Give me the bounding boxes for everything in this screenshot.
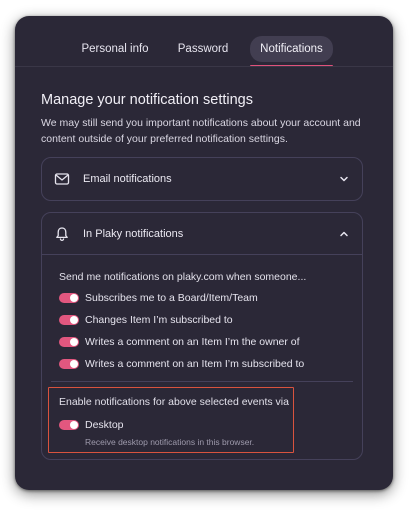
email-notifications-title: Email notifications [83, 173, 172, 185]
option-label: Subscribes me to a Board/Item/Team [85, 292, 258, 304]
option-label: Writes a comment on an Item I’m subscrib… [85, 358, 305, 370]
page-title: Manage your notification settings [41, 92, 253, 108]
inapp-notifications-header[interactable]: In Plaky notifications [42, 213, 362, 255]
email-notifications-card: Email notifications [41, 157, 363, 201]
inapp-notifications-title: In Plaky notifications [83, 228, 184, 240]
tab-password[interactable]: Password [167, 36, 239, 62]
option-label: Writes a comment on an Item I’m the owne… [85, 336, 300, 348]
desktop-help-text: Receive desktop notifications in this br… [85, 437, 255, 447]
toggle-switch[interactable] [59, 337, 79, 347]
option-label: Changes Item I’m subscribed to [85, 314, 233, 326]
section-divider [51, 381, 353, 382]
settings-panel: Personal info Password Notifications Man… [15, 16, 393, 490]
tab-notifications[interactable]: Notifications [250, 36, 333, 67]
chevron-up-icon[interactable] [338, 228, 350, 240]
envelope-icon [54, 173, 70, 185]
desktop-label: Desktop [85, 419, 124, 431]
toggle-switch[interactable] [59, 293, 79, 303]
toggle-switch[interactable] [59, 359, 79, 369]
email-notifications-header[interactable]: Email notifications [42, 158, 362, 200]
enable-via-text: Enable notifications for above selected … [59, 396, 289, 408]
tab-personal-info[interactable]: Personal info [72, 36, 158, 62]
settings-tabs: Personal info Password Notifications [15, 36, 393, 67]
desktop-toggle-switch[interactable] [59, 420, 79, 430]
chevron-down-icon[interactable] [338, 173, 350, 185]
inapp-subheading: Send me notifications on plaky.com when … [59, 271, 307, 283]
card-divider [42, 254, 362, 255]
toggle-switch[interactable] [59, 315, 79, 325]
inapp-notifications-card: In Plaky notifications Send me notificat… [41, 212, 363, 460]
bell-icon [56, 227, 68, 242]
intro-text: We may still send you important notifica… [41, 117, 361, 145]
tabs-divider [15, 66, 393, 67]
